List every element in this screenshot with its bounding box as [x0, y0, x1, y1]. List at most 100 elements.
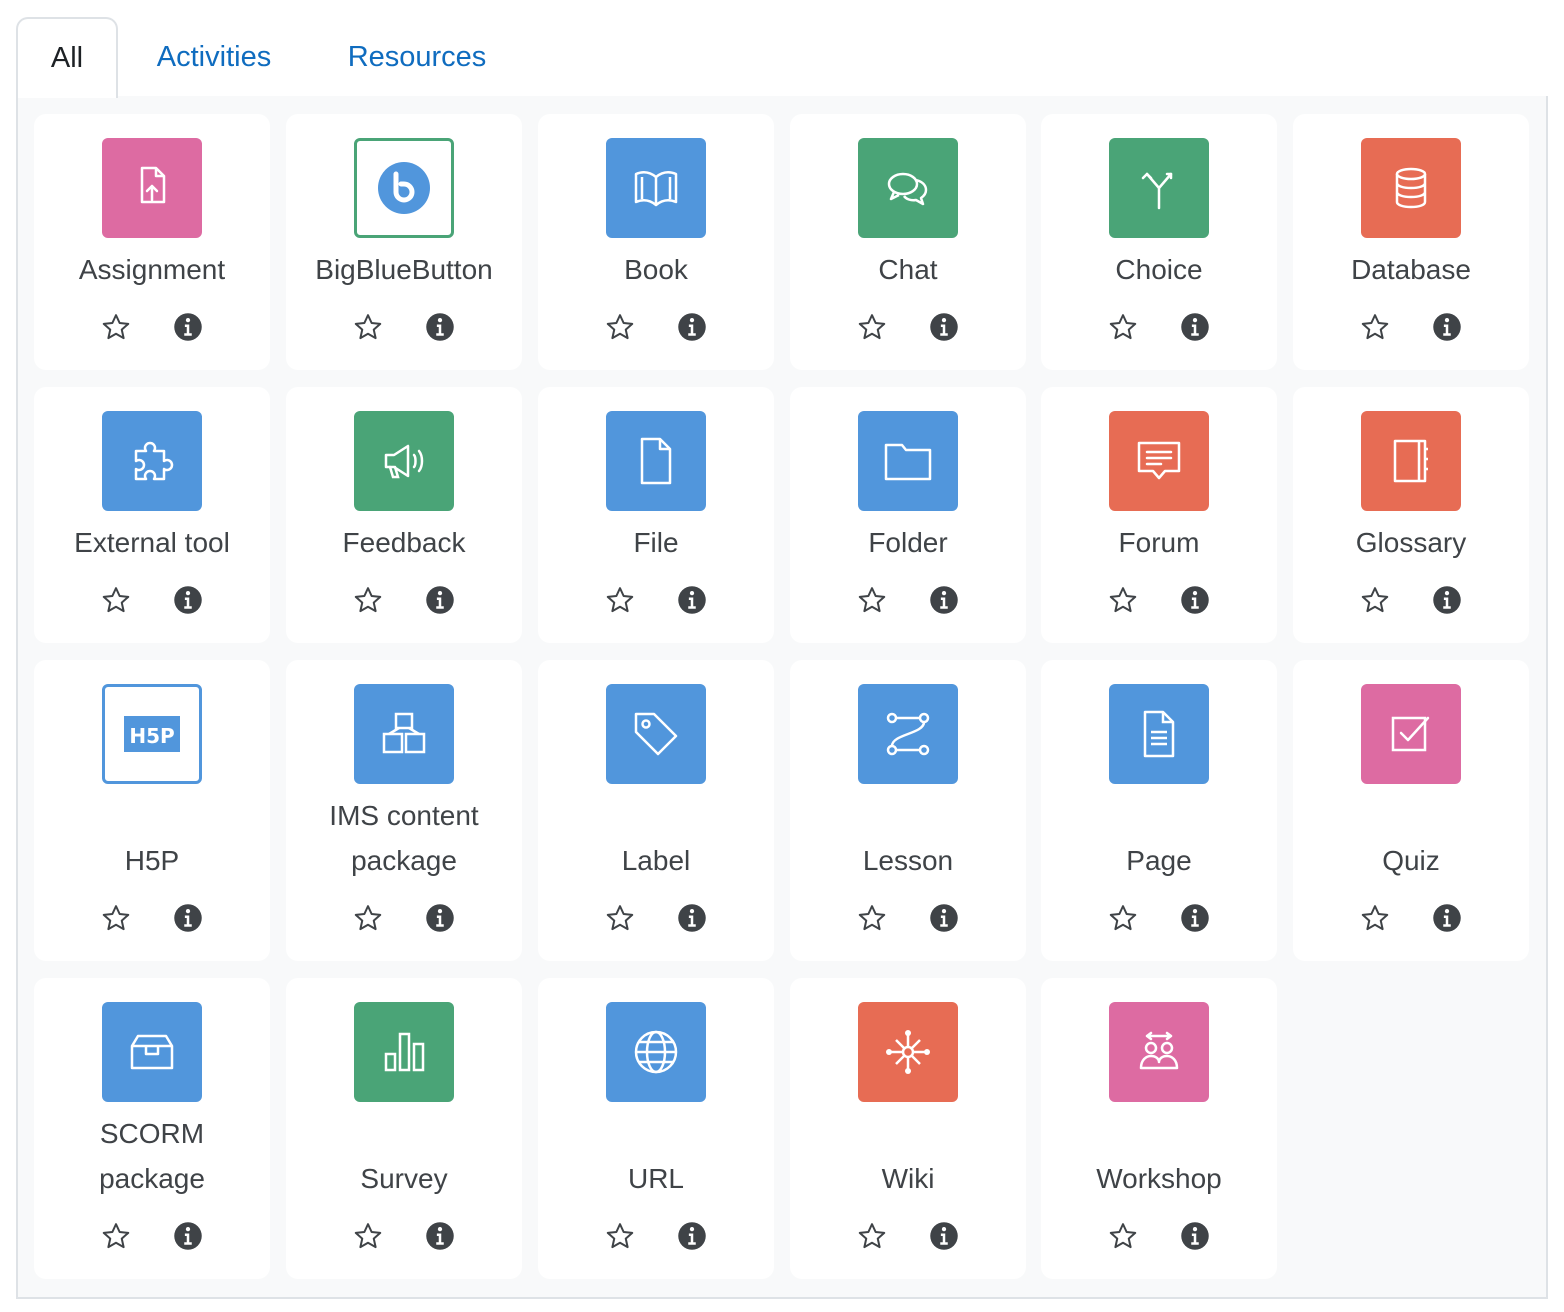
- info-circle-icon[interactable]: [168, 307, 208, 347]
- module-actions: [538, 898, 774, 938]
- star-outline-icon[interactable]: [96, 580, 136, 620]
- tab-activities[interactable]: Activities: [134, 17, 294, 98]
- info-circle-icon[interactable]: [420, 580, 460, 620]
- module-card-feedback[interactable]: Feedback: [286, 387, 522, 643]
- module-card-lesson[interactable]: Lesson: [790, 660, 1026, 961]
- module-card-h5p[interactable]: H5P H5P: [34, 660, 270, 961]
- info-circle-icon[interactable]: [1175, 898, 1215, 938]
- module-actions: [1041, 307, 1277, 347]
- info-circle-icon[interactable]: [672, 1216, 712, 1256]
- star-outline-icon[interactable]: [348, 1216, 388, 1256]
- module-card-folder[interactable]: Folder: [790, 387, 1026, 643]
- star-outline-icon[interactable]: [1103, 1216, 1143, 1256]
- module-chooser-tabs: All Activities Resources: [16, 17, 1548, 98]
- star-outline-icon[interactable]: [96, 898, 136, 938]
- star-outline-icon[interactable]: [1355, 580, 1395, 620]
- lesson-icon: [858, 684, 958, 784]
- info-circle-icon[interactable]: [168, 898, 208, 938]
- info-circle-icon[interactable]: [1427, 580, 1467, 620]
- module-name: SCORM package: [99, 1118, 205, 1194]
- star-outline-icon[interactable]: [96, 1216, 136, 1256]
- module-actions: [1041, 580, 1277, 620]
- module-card-external-tool[interactable]: External tool: [34, 387, 270, 643]
- info-circle-icon[interactable]: [1175, 580, 1215, 620]
- chat-icon: [858, 138, 958, 238]
- info-circle-icon[interactable]: [672, 580, 712, 620]
- star-outline-icon[interactable]: [1103, 307, 1143, 347]
- info-circle-icon[interactable]: [168, 1216, 208, 1256]
- module-card-wiki[interactable]: Wiki: [790, 978, 1026, 1279]
- module-card-workshop[interactable]: Workshop: [1041, 978, 1277, 1279]
- info-circle-icon[interactable]: [672, 307, 712, 347]
- module-name: Glossary: [1355, 527, 1467, 558]
- star-outline-icon[interactable]: [600, 1216, 640, 1256]
- module-card-page[interactable]: Page: [1041, 660, 1277, 961]
- module-card-forum[interactable]: Forum: [1041, 387, 1277, 643]
- survey-icon: [354, 1002, 454, 1102]
- module-card-chat[interactable]: Chat: [790, 114, 1026, 370]
- info-circle-icon[interactable]: [1427, 898, 1467, 938]
- info-circle-icon[interactable]: [420, 898, 460, 938]
- module-name: File: [633, 527, 679, 558]
- star-outline-icon[interactable]: [852, 1216, 892, 1256]
- tab-resources[interactable]: Resources: [326, 17, 508, 98]
- h5p-icon: H5P: [102, 684, 202, 784]
- module-name: Book: [624, 254, 688, 285]
- star-outline-icon[interactable]: [348, 580, 388, 620]
- star-outline-icon[interactable]: [1103, 580, 1143, 620]
- info-circle-icon[interactable]: [1175, 307, 1215, 347]
- info-circle-icon[interactable]: [924, 580, 964, 620]
- module-card-assignment[interactable]: Assignment: [34, 114, 270, 370]
- star-outline-icon[interactable]: [600, 307, 640, 347]
- module-actions: [790, 307, 1026, 347]
- star-outline-icon[interactable]: [348, 307, 388, 347]
- module-card-database[interactable]: Database: [1293, 114, 1529, 370]
- workshop-icon: [1109, 1002, 1209, 1102]
- info-circle-icon[interactable]: [924, 1216, 964, 1256]
- module-card-file[interactable]: File: [538, 387, 774, 643]
- info-circle-icon[interactable]: [924, 898, 964, 938]
- module-card-bigbluebutton[interactable]: BigBlueButton: [286, 114, 522, 370]
- module-card-book[interactable]: Book: [538, 114, 774, 370]
- module-actions: [286, 580, 522, 620]
- module-card-ims-content-package[interactable]: IMS content package: [286, 660, 522, 961]
- star-outline-icon[interactable]: [96, 307, 136, 347]
- module-name: Choice: [1115, 254, 1203, 285]
- info-circle-icon[interactable]: [1175, 1216, 1215, 1256]
- module-name: Quiz: [1382, 845, 1440, 876]
- star-outline-icon[interactable]: [600, 580, 640, 620]
- star-outline-icon[interactable]: [1103, 898, 1143, 938]
- info-circle-icon[interactable]: [420, 307, 460, 347]
- module-actions: [538, 1216, 774, 1256]
- module-actions: [34, 1216, 270, 1256]
- module-actions: [34, 580, 270, 620]
- module-card-scorm-package[interactable]: SCORM package: [34, 978, 270, 1279]
- star-outline-icon[interactable]: [348, 898, 388, 938]
- star-outline-icon[interactable]: [1355, 307, 1395, 347]
- module-card-quiz[interactable]: Quiz: [1293, 660, 1529, 961]
- module-name: Assignment: [78, 254, 226, 285]
- star-outline-icon[interactable]: [852, 580, 892, 620]
- info-circle-icon[interactable]: [168, 580, 208, 620]
- module-actions: [1293, 580, 1529, 620]
- info-circle-icon[interactable]: [420, 1216, 460, 1256]
- star-outline-icon[interactable]: [1355, 898, 1395, 938]
- module-name: Lesson: [862, 845, 954, 876]
- info-circle-icon[interactable]: [924, 307, 964, 347]
- tab-all[interactable]: All: [16, 17, 118, 98]
- module-name: Forum: [1118, 527, 1200, 558]
- module-name: Chat: [878, 254, 938, 285]
- module-actions: [1041, 1216, 1277, 1256]
- module-name: IMS content package: [329, 800, 479, 876]
- module-actions: [34, 898, 270, 938]
- module-card-survey[interactable]: Survey: [286, 978, 522, 1279]
- module-card-glossary[interactable]: Glossary: [1293, 387, 1529, 643]
- module-card-label[interactable]: Label: [538, 660, 774, 961]
- star-outline-icon[interactable]: [852, 307, 892, 347]
- star-outline-icon[interactable]: [852, 898, 892, 938]
- info-circle-icon[interactable]: [672, 898, 712, 938]
- star-outline-icon[interactable]: [600, 898, 640, 938]
- module-card-url[interactable]: URL: [538, 978, 774, 1279]
- info-circle-icon[interactable]: [1427, 307, 1467, 347]
- module-card-choice[interactable]: Choice: [1041, 114, 1277, 370]
